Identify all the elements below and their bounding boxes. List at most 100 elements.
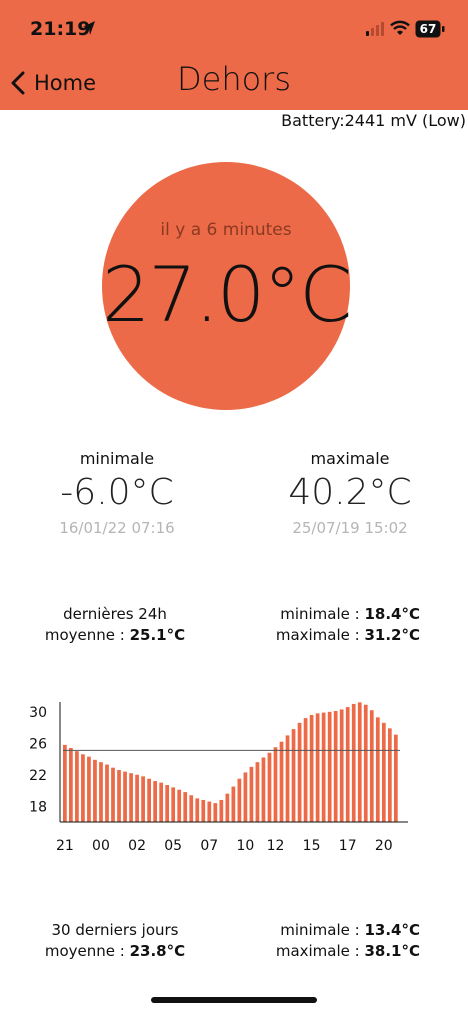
chart-bar — [285, 735, 290, 822]
chart-bar — [129, 773, 133, 822]
chart-bar — [315, 713, 320, 822]
chart-bar — [189, 795, 194, 822]
chart-bar — [147, 778, 151, 822]
chart-bar — [327, 711, 332, 822]
last-30d-max-label: maximale : — [275, 942, 365, 960]
chart-bar — [87, 756, 91, 822]
y-tick-label: 18 — [29, 799, 47, 815]
chart-bar — [273, 747, 278, 822]
chart-bar — [381, 722, 386, 822]
record-max-label: maximale — [310, 449, 390, 468]
chart-bar — [357, 702, 362, 822]
x-tick-label: 02 — [128, 838, 146, 854]
wifi-icon — [390, 20, 410, 35]
x-tick-label: 15 — [303, 838, 321, 854]
last-30d-title: 30 derniers jours — [51, 921, 179, 939]
chart-bar — [93, 759, 97, 822]
chart-bar — [81, 754, 85, 822]
chart-bar — [153, 781, 157, 822]
chart-bar — [141, 776, 145, 822]
location-arrow-icon — [83, 21, 95, 35]
chart-bar — [195, 798, 200, 822]
record-min-value: -6.0°C — [60, 472, 174, 513]
chart-bar — [369, 710, 374, 822]
chart-bar — [213, 803, 218, 822]
last-30d-average: moyenne : 23.8°C — [0, 941, 230, 962]
last-update-text: il y a 6 minutes — [160, 220, 292, 240]
last-30d-extremes: minimale : 13.4°C maximale : 38.1°C — [276, 920, 420, 962]
chart-bar — [63, 744, 67, 822]
chart-bar — [225, 793, 230, 822]
chart-bar — [237, 778, 242, 822]
last-24h-title: dernières 24h — [63, 605, 167, 623]
last-30d-average-value: 23.8°C — [129, 942, 186, 960]
chart-bar — [243, 772, 248, 822]
chart-bar — [339, 709, 344, 822]
record-min-date: 16/01/22 07:16 — [59, 519, 175, 537]
y-tick-label: 22 — [29, 768, 47, 784]
chart-bar — [177, 789, 182, 822]
x-tick-label: 20 — [375, 838, 393, 854]
chart-bar — [321, 712, 326, 822]
chart-bar — [333, 711, 338, 822]
x-tick-label: 17 — [339, 838, 357, 854]
chart-bar — [75, 751, 79, 822]
last-24h-max-value: 31.2°C — [364, 626, 420, 644]
record-max-value: 40.2°C — [288, 472, 412, 513]
chart-bar — [261, 757, 266, 822]
chart-bar — [351, 703, 356, 822]
chart-bar — [99, 762, 103, 822]
chart-bar — [165, 785, 170, 822]
x-tick-label: 07 — [200, 838, 218, 854]
last-24h-max: maximale : 31.2°C — [276, 625, 420, 646]
last-30d-min-label: minimale : — [280, 921, 365, 939]
last-24h-summary: dernières 24h moyenne : 25.1°C — [0, 604, 230, 646]
last-30d-max-value: 38.1°C — [364, 942, 420, 960]
chart-bar — [387, 728, 392, 822]
last-30d-min: minimale : 13.4°C — [276, 920, 420, 941]
last-24h-min-value: 18.4°C — [364, 605, 420, 623]
chart-bar — [231, 786, 236, 822]
chart-bar — [201, 799, 206, 822]
chart-bar — [309, 714, 314, 822]
status-bar: 21:19 67 — [0, 0, 468, 58]
record-minimum: minimale -6.0°C 16/01/22 07:16 — [17, 449, 217, 537]
chart-bar — [105, 764, 109, 822]
chart-bar — [207, 801, 212, 822]
last-24h-average: moyenne : 25.1°C — [0, 625, 230, 646]
chart-bar — [117, 770, 121, 822]
y-tick-label: 30 — [29, 705, 47, 721]
last-30d-average-label: moyenne : — [44, 942, 130, 960]
record-maximum: maximale 40.2°C 25/07/19 15:02 — [250, 449, 450, 537]
last-30d-summary: 30 derniers jours moyenne : 23.8°C — [0, 920, 230, 962]
last-24h-average-value: 25.1°C — [129, 626, 186, 644]
temperature-24h-chart: 30 26 22 18 21 00 02 05 07 10 12 15 17 20 — [29, 702, 408, 854]
battery-percentage: 67 — [419, 22, 437, 36]
chart-bar — [159, 782, 164, 822]
page-title: Dehors — [176, 60, 291, 98]
x-tick-label: 10 — [236, 838, 254, 854]
record-min-label: minimale — [79, 449, 155, 468]
x-tick-label: 12 — [267, 838, 285, 854]
chart-bar — [219, 799, 224, 822]
chart-bar — [297, 722, 302, 822]
x-tick-label: 05 — [164, 838, 182, 854]
current-temperature-circle: il y a 6 minutes 27.0°C — [102, 162, 352, 410]
last-24h-extremes: minimale : 18.4°C maximale : 31.2°C — [276, 604, 420, 646]
chart-bar — [111, 767, 115, 822]
chart-bar — [255, 762, 260, 822]
y-tick-label: 26 — [29, 736, 47, 752]
chart-bar — [363, 704, 368, 822]
chart-bar — [183, 792, 188, 822]
chart-bar — [345, 707, 350, 822]
sensor-battery-status: Battery:2441 mV (Low) — [281, 111, 466, 130]
chart-bar — [291, 729, 296, 822]
chart-bar — [375, 717, 380, 822]
last-30d-max: maximale : 38.1°C — [276, 941, 420, 962]
home-indicator[interactable] — [151, 997, 317, 1003]
chart-bar — [249, 766, 254, 822]
chart-bar — [267, 752, 272, 822]
chart-bar — [279, 741, 284, 822]
last-24h-average-label: moyenne : — [44, 626, 130, 644]
x-tick-label: 00 — [92, 838, 110, 854]
